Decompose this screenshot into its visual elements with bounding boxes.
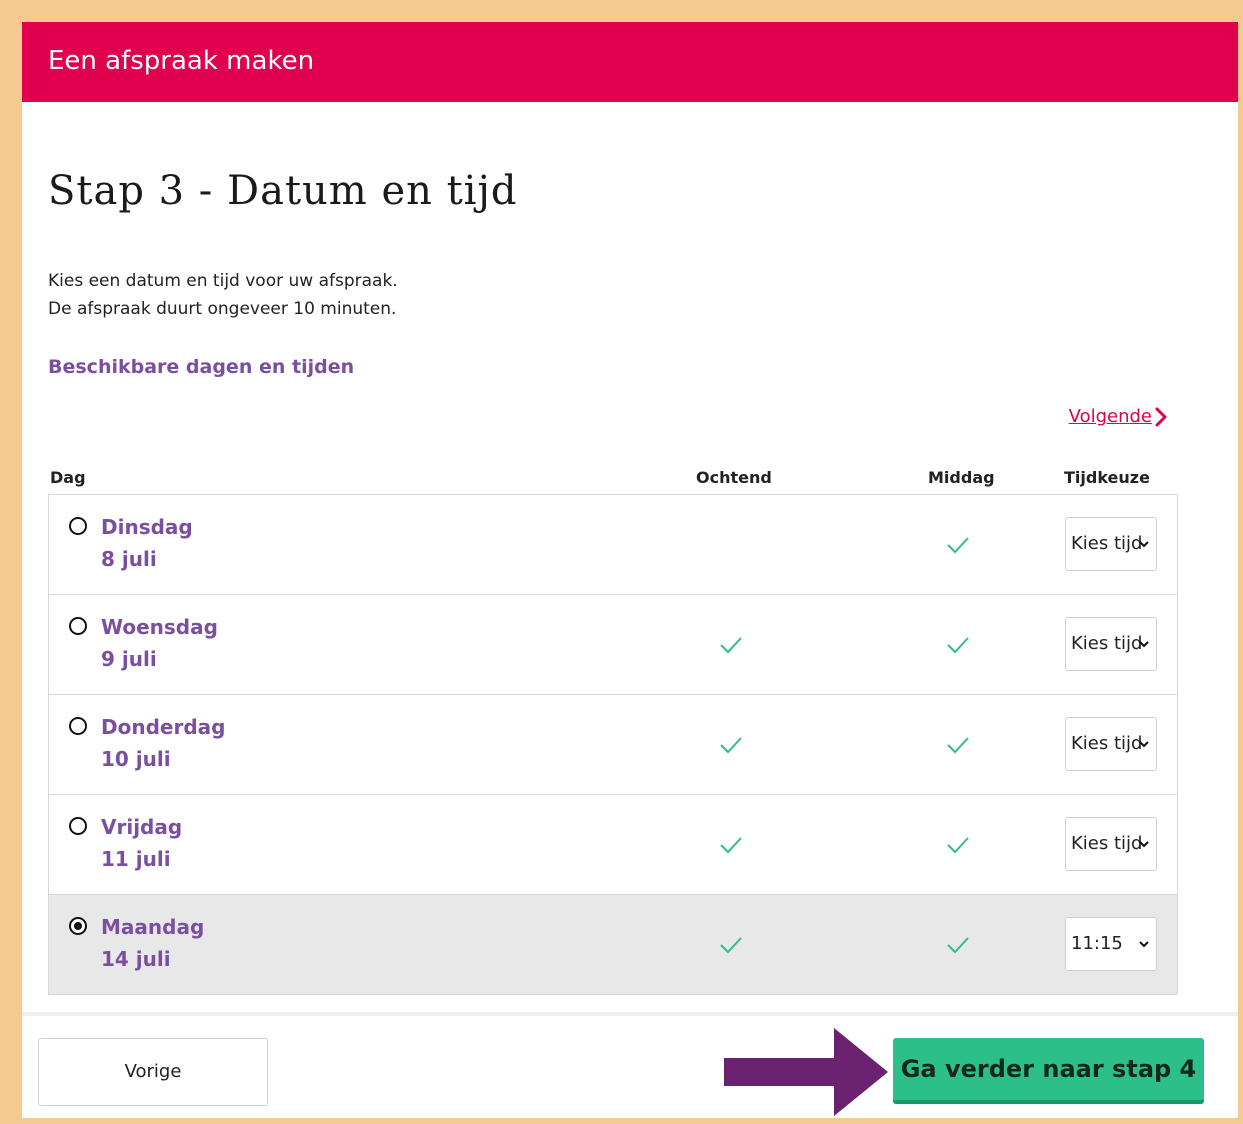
chevron-down-icon	[1139, 741, 1149, 748]
column-header-day: Dag	[50, 468, 86, 487]
time-select[interactable]: Kies tijd	[1065, 517, 1157, 571]
day-name: Dinsdag	[101, 515, 193, 539]
day-date: 14 juli	[101, 947, 171, 971]
day-name: Vrijdag	[101, 815, 183, 839]
time-select-value: Kies tijd	[1071, 733, 1143, 754]
page-title: Stap 3 - Datum en tijd	[48, 168, 518, 214]
day-name: Woensdag	[101, 615, 218, 639]
previous-button[interactable]: Vorige	[38, 1038, 268, 1106]
chevron-right-icon[interactable]	[1150, 406, 1172, 428]
time-select-value: Kies tijd	[1071, 833, 1143, 854]
availability-heading: Beschikbare dagen en tijden	[48, 356, 355, 378]
check-icon	[947, 937, 969, 954]
time-select[interactable]: Kies tijd	[1065, 617, 1157, 671]
time-select-value: Kies tijd	[1071, 633, 1143, 654]
day-radio[interactable]	[69, 917, 87, 935]
check-icon	[720, 737, 742, 754]
chevron-down-icon	[1139, 841, 1149, 848]
day-date: 9 juli	[101, 647, 157, 671]
check-icon	[947, 537, 969, 554]
check-icon	[947, 637, 969, 654]
column-header-afternoon: Middag	[928, 468, 995, 487]
day-date: 10 juli	[101, 747, 171, 771]
check-icon	[947, 837, 969, 854]
chevron-down-icon	[1139, 541, 1149, 548]
next-week-link[interactable]: Volgende	[1069, 406, 1152, 427]
header-title: Een afspraak maken	[48, 46, 315, 76]
time-select-value: Kies tijd	[1071, 533, 1143, 554]
check-icon	[720, 937, 742, 954]
chevron-down-icon	[1139, 941, 1149, 948]
appointment-panel: Een afspraak maken Stap 3 - Datum en tij…	[22, 22, 1238, 1118]
continue-button[interactable]: Ga verder naar stap 4	[893, 1038, 1204, 1104]
page-header: Een afspraak maken	[22, 22, 1238, 102]
table-row[interactable]: Woensdag 9 juli Kies tijd	[49, 595, 1177, 695]
table-row[interactable]: Donderdag 10 juli Kies tijd	[49, 695, 1177, 795]
check-icon	[947, 737, 969, 754]
intro-text: Kies een datum en tijd voor uw afspraak.…	[48, 267, 398, 323]
column-header-time-choice: Tijdkeuze	[1064, 468, 1150, 487]
chevron-down-icon	[1139, 641, 1149, 648]
arrow-right-icon	[724, 1028, 888, 1116]
check-icon	[720, 637, 742, 654]
day-radio[interactable]	[69, 517, 87, 535]
day-radio[interactable]	[69, 617, 87, 635]
day-date: 8 juli	[101, 547, 157, 571]
table-row[interactable]: Vrijdag 11 juli Kies tijd	[49, 795, 1177, 895]
column-header-morning: Ochtend	[696, 468, 772, 487]
day-name: Maandag	[101, 915, 205, 939]
day-radio[interactable]	[69, 817, 87, 835]
intro-line-2: De afspraak duurt ongeveer 10 minuten.	[48, 299, 397, 319]
table-row[interactable]: Dinsdag 8 juli Kies tijd	[49, 495, 1177, 595]
intro-line-1: Kies een datum en tijd voor uw afspraak.	[48, 271, 398, 291]
day-name: Donderdag	[101, 715, 226, 739]
table-row[interactable]: Maandag 14 juli 11:15	[49, 895, 1177, 995]
time-select[interactable]: Kies tijd	[1065, 717, 1157, 771]
time-select-value: 11:15	[1071, 933, 1123, 954]
day-date: 11 juli	[101, 847, 171, 871]
time-select[interactable]: Kies tijd	[1065, 817, 1157, 871]
page-footer: Vorige Ga verder naar stap 4	[22, 1012, 1238, 1118]
availability-table: Dinsdag 8 juli Kies tijd Woensdag 9 juli…	[48, 494, 1178, 995]
check-icon	[720, 837, 742, 854]
day-radio[interactable]	[69, 717, 87, 735]
time-select[interactable]: 11:15	[1065, 917, 1157, 971]
table-header: Dag Ochtend Middag Tijdkeuze	[48, 468, 1178, 492]
